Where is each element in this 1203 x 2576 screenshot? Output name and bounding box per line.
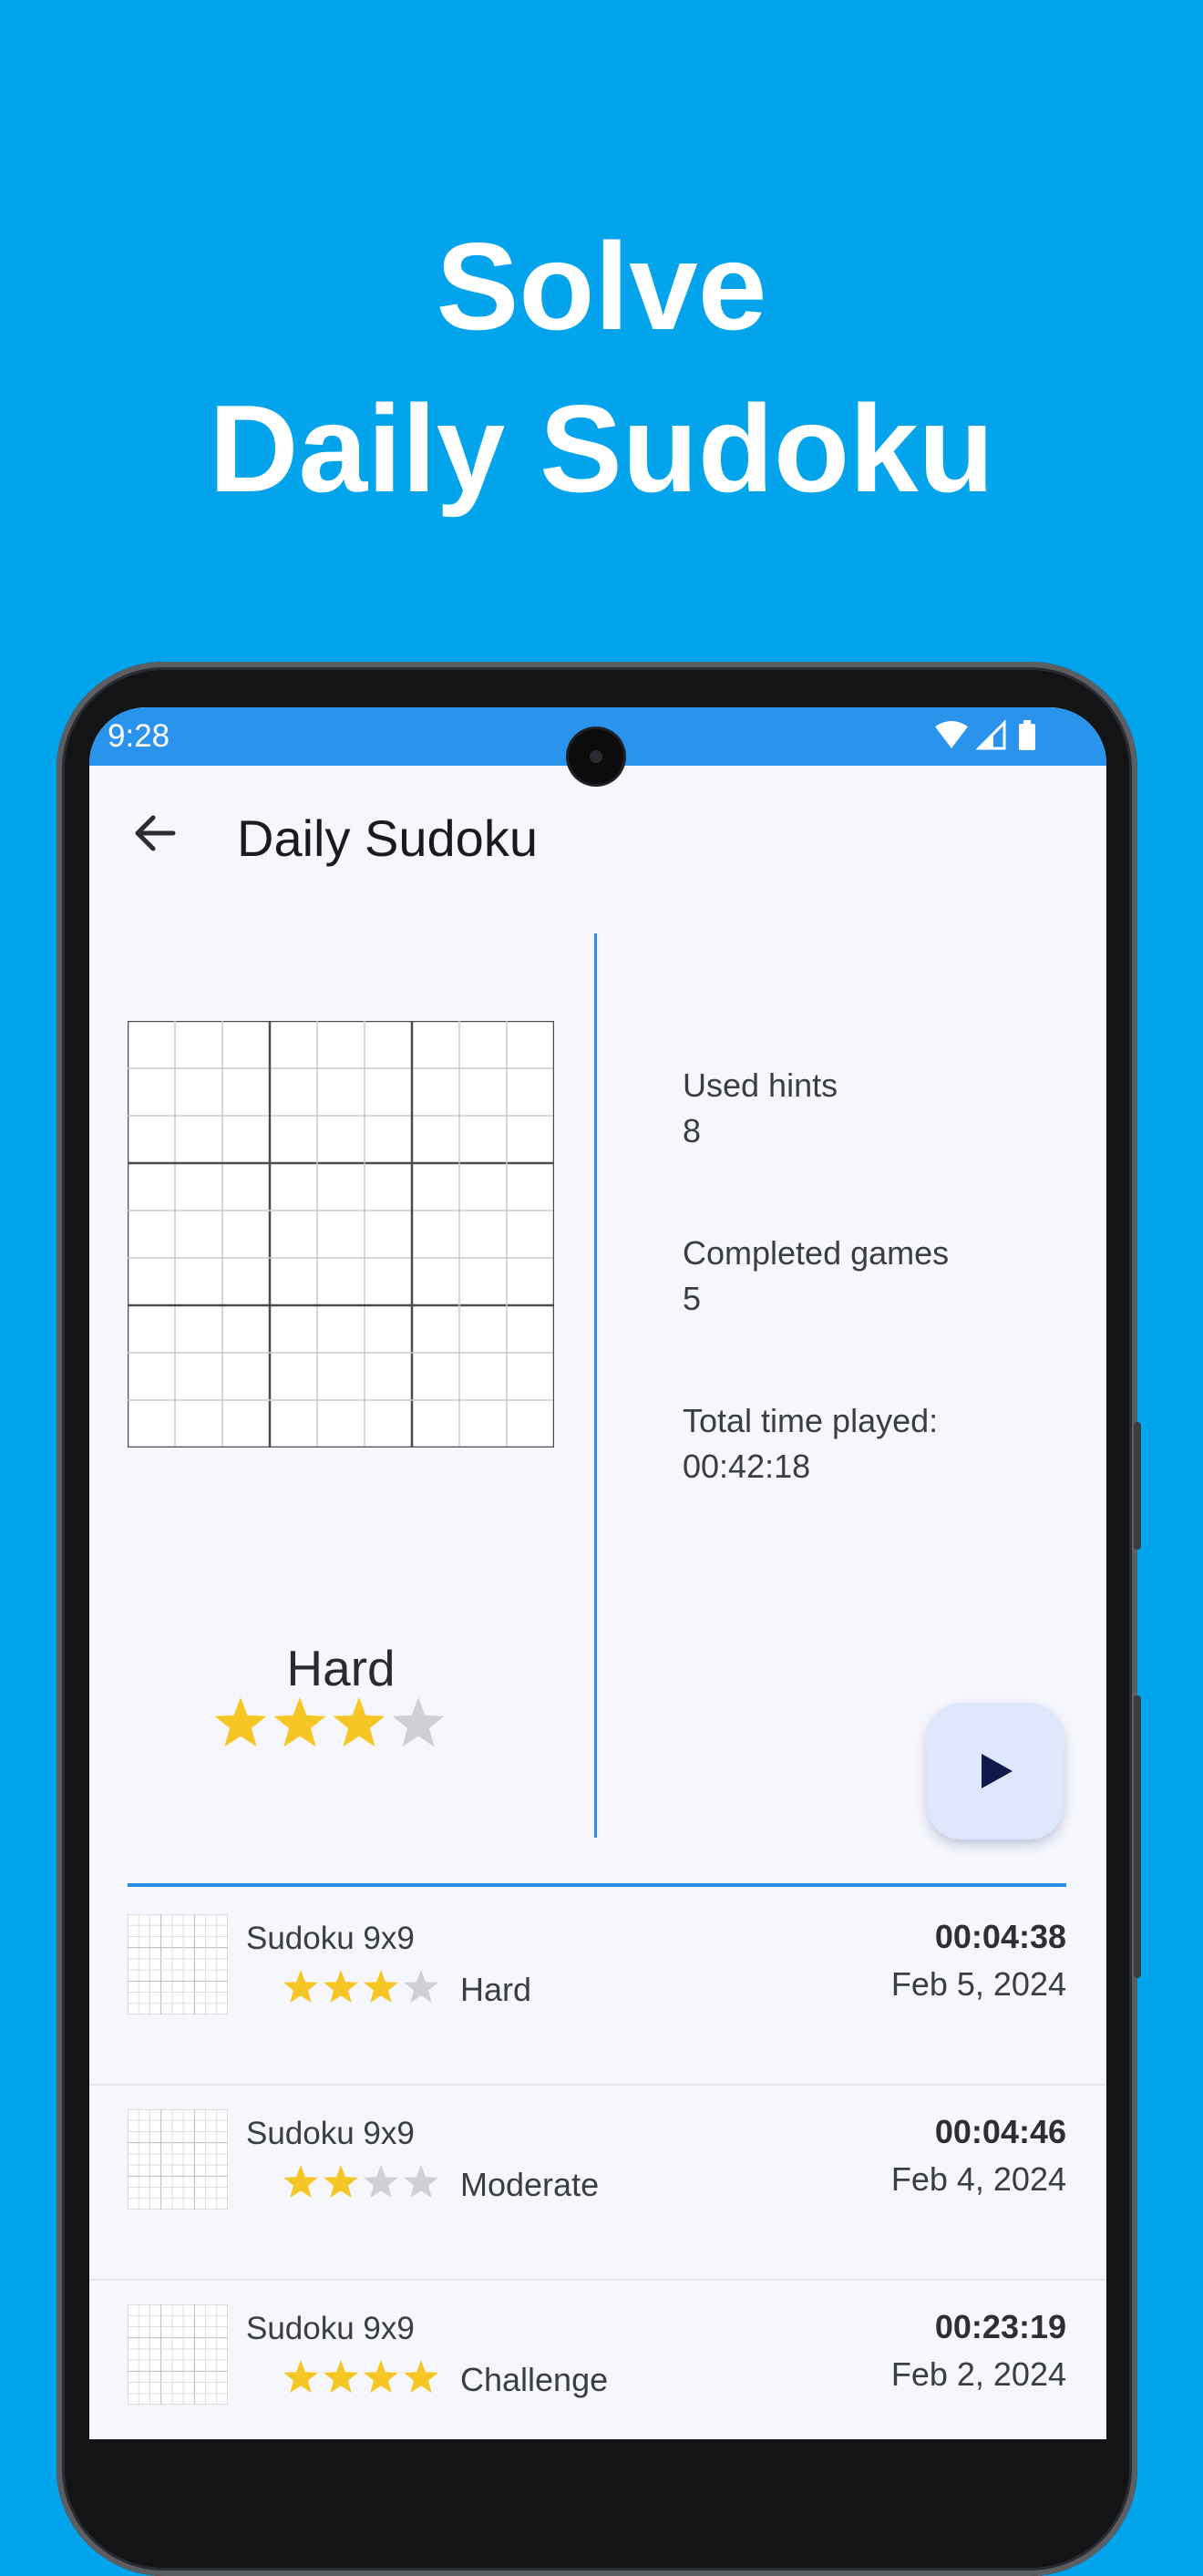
battery-icon: [1019, 720, 1035, 750]
game-name: Sudoku 9x9: [246, 1921, 415, 1956]
stat-value: 8: [683, 1112, 702, 1149]
vertical-divider: [594, 933, 597, 1838]
history-item[interactable]: Sudoku 9x9 Moderate 00:04:46 Feb 4, 2024: [89, 2086, 1106, 2281]
phone-power-button: [1134, 1695, 1141, 1978]
game-time: 00:04:38: [934, 1918, 1066, 1955]
sudoku-thumbnail: [128, 2109, 228, 2210]
promo-headline: Solve Daily Sudoku: [0, 205, 1203, 530]
phone-volume-button: [1134, 1422, 1141, 1550]
game-name: Sudoku 9x9: [246, 2116, 415, 2151]
status-time: 9:28: [108, 718, 170, 754]
app-bar: Daily Sudoku: [89, 766, 1106, 902]
star-filled-icon: [323, 1970, 359, 2004]
star-filled-icon: [283, 1970, 319, 2004]
stat-value: 00:42:18: [683, 1448, 811, 1485]
game-rating: [283, 2360, 439, 2394]
stat-label: Completed games: [683, 1234, 950, 1272]
game-time: 00:04:46: [934, 2113, 1066, 2150]
game-difficulty: Moderate: [460, 2166, 600, 2203]
star-filled-icon: [273, 1697, 326, 1747]
promo-line-2: Daily Sudoku: [209, 379, 994, 518]
game-difficulty: Hard: [460, 1971, 532, 2008]
back-button[interactable]: [128, 806, 182, 860]
star-empty-icon: [403, 1970, 439, 2004]
game-difficulty: Challenge: [460, 2361, 609, 2398]
status-icons: [933, 719, 1043, 754]
sudoku-thumbnail: [128, 1914, 228, 2014]
sudoku-thumbnail: [128, 2304, 228, 2405]
stat-used-hints: Used hints 8: [683, 1063, 838, 1154]
daily-summary-card: Used hints 8 Completed games 5 Total tim…: [89, 902, 1106, 1839]
game-date: Feb 5, 2024: [890, 1965, 1066, 2003]
star-filled-icon: [323, 2165, 359, 2199]
cell-signal-icon: [975, 719, 1006, 750]
play-button[interactable]: [927, 1703, 1064, 1839]
game-time: 00:23:19: [934, 2308, 1066, 2345]
star-empty-icon: [403, 2165, 439, 2199]
game-rating: [283, 1970, 439, 2004]
history-item[interactable]: Sudoku 9x9 Hard 00:04:38 Feb 5, 2024: [89, 1891, 1106, 2086]
star-filled-icon: [403, 2360, 439, 2394]
phone-screen: 9:28 Daily Sudoku Used hints 8 Completed…: [89, 707, 1106, 2439]
promo-line-1: Solve: [436, 217, 767, 355]
star-empty-icon: [392, 1697, 445, 1747]
star-filled-icon: [363, 2360, 399, 2394]
game-rating: [283, 2165, 439, 2199]
difficulty-rating: [214, 1697, 445, 1747]
star-empty-icon: [363, 2165, 399, 2199]
star-filled-icon: [323, 2360, 359, 2394]
stat-label: Used hints: [683, 1066, 838, 1104]
page-title: Daily Sudoku: [237, 809, 538, 867]
play-icon: [982, 1754, 1013, 1788]
history-item[interactable]: Sudoku 9x9 Challenge 00:23:19 Feb 2, 202…: [89, 2281, 1106, 2439]
stat-value: 5: [683, 1280, 702, 1317]
stat-total-time: Total time played: 00:42:18: [683, 1398, 938, 1489]
wifi-icon: [935, 721, 968, 748]
star-filled-icon: [333, 1697, 386, 1747]
game-date: Feb 2, 2024: [890, 2355, 1066, 2393]
star-filled-icon: [214, 1697, 267, 1747]
horizontal-divider: [128, 1883, 1066, 1887]
difficulty-label: Hard: [286, 1640, 396, 1696]
game-name: Sudoku 9x9: [246, 2311, 415, 2346]
star-filled-icon: [283, 2360, 319, 2394]
arrow-back-icon: [135, 815, 176, 851]
stat-label: Total time played:: [683, 1402, 939, 1439]
game-date: Feb 4, 2024: [890, 2160, 1066, 2198]
star-filled-icon: [363, 1970, 399, 2004]
stat-completed-games: Completed games 5: [683, 1231, 949, 1322]
star-filled-icon: [283, 2165, 319, 2199]
sudoku-board-preview: [128, 1021, 554, 1448]
